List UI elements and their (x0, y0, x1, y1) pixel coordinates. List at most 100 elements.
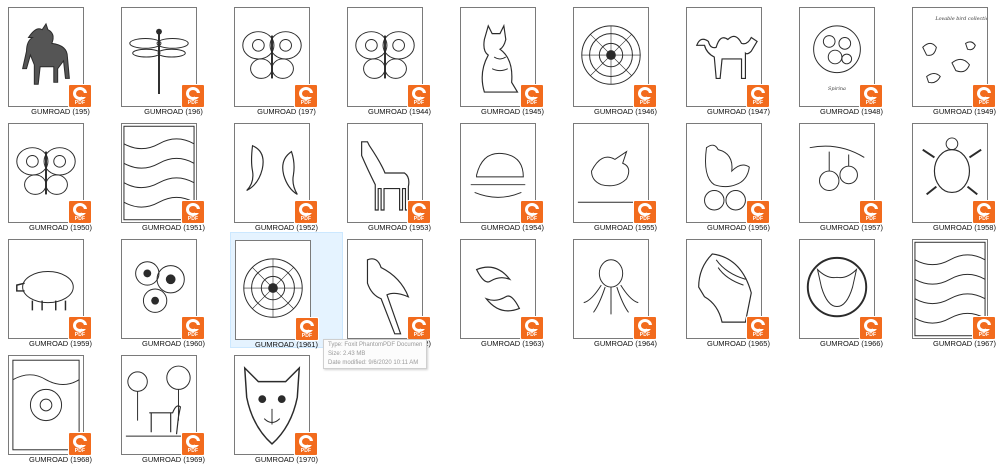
file-name-label: GUMROAD (1949) (933, 107, 996, 116)
pdf-badge-text: PDF (301, 333, 313, 339)
file-name-label: GUMROAD (1945) (481, 107, 544, 116)
file-item[interactable]: PDF GUMROAD (1963) (456, 232, 569, 348)
file-item[interactable]: PDF GUMROAD (1955) (569, 116, 682, 232)
tooltip-type: Type: Foxit PhantomPDF Document (328, 342, 422, 348)
pdf-badge-text: PDF (639, 216, 651, 222)
pdf-file-icon: PDF (520, 200, 544, 224)
file-item[interactable]: PDF GUMROAD (195) (4, 0, 117, 116)
pdf-file-icon: PDF (520, 316, 544, 340)
pdf-file-icon: PDF (746, 84, 770, 108)
pdf-badge-text: PDF (300, 216, 312, 222)
pdf-badge-text: PDF (752, 216, 764, 222)
file-item[interactable]: PDF GUMROAD (1954) (456, 116, 569, 232)
file-name-label: GUMROAD (195) (31, 107, 90, 116)
file-item[interactable]: PDF GUMROAD (1957) (795, 116, 908, 232)
file-item[interactable]: PDF GUMROAD (1959) (4, 232, 117, 348)
pdf-badge-text: PDF (978, 100, 990, 106)
file-grid: PDF GUMROAD (195) PDF GUMROAD (196) PDF GUMRO… (0, 0, 1005, 467)
pdf-file-icon: PDF (294, 84, 318, 108)
file-item[interactable]: PDF GUMROAD (1969) (117, 348, 230, 464)
pdf-file-icon: PDF (746, 200, 770, 224)
file-name-label: GUMROAD (1965) (707, 339, 770, 348)
pdf-badge-text: PDF (865, 332, 877, 338)
file-item[interactable]: PDF GUMROAD (1956) (682, 116, 795, 232)
pdf-file-icon: PDF (407, 84, 431, 108)
file-name-label: GUMROAD (1970) (255, 455, 318, 464)
file-item[interactable]: Lovable bird collection PDF GUMROAD (1949) (908, 0, 1005, 116)
file-name-label: GUMROAD (1967) (933, 339, 996, 348)
file-name-label: GUMROAD (1947) (707, 107, 770, 116)
file-item[interactable]: PDF GUMROAD (1952) (230, 116, 343, 232)
pdf-badge-text: PDF (413, 216, 425, 222)
pdf-file-icon: PDF (972, 84, 996, 108)
file-item[interactable]: PDF GUMROAD (196) (117, 0, 230, 116)
pdf-badge-text: PDF (74, 332, 86, 338)
file-name-label: GUMROAD (196) (144, 107, 203, 116)
pdf-file-icon: PDF (68, 316, 92, 340)
pdf-file-icon: PDF (68, 84, 92, 108)
file-item[interactable]: PDF GUMROAD (1951) (117, 116, 230, 232)
pdf-badge-text: PDF (526, 332, 538, 338)
pdf-badge-text: PDF (413, 332, 425, 338)
file-name-label: GUMROAD (1957) (820, 223, 883, 232)
file-name-label: GUMROAD (1953) (368, 223, 431, 232)
file-name-label: GUMROAD (1966) (820, 339, 883, 348)
file-item[interactable]: PDF GUMROAD (1953) (343, 116, 456, 232)
file-item[interactable]: PDF GUMROAD (1968) (4, 348, 117, 464)
art-caption: Lovable bird collection (934, 16, 987, 22)
pdf-badge-text: PDF (74, 216, 86, 222)
pdf-badge-text: PDF (413, 100, 425, 106)
file-name-label: GUMROAD (1951) (142, 223, 205, 232)
tooltip-size: Size: 2.43 MB (328, 351, 366, 357)
file-item[interactable]: PDF GUMROAD (1947) (682, 0, 795, 116)
file-name-label: GUMROAD (1960) (142, 339, 205, 348)
file-item[interactable]: Spirina PDF GUMROAD (1948) (795, 0, 908, 116)
file-item[interactable]: PDF GUMROAD (1950) (4, 116, 117, 232)
file-name-label: GUMROAD (1954) (481, 223, 544, 232)
pdf-file-icon: PDF (633, 84, 657, 108)
pdf-badge-text: PDF (187, 448, 199, 454)
file-item[interactable]: PDF GUMROAD (197) (230, 0, 343, 116)
pdf-badge-text: PDF (526, 216, 538, 222)
pdf-file-icon: PDF (294, 432, 318, 456)
pdf-file-icon: PDF (294, 200, 318, 224)
pdf-badge-text: PDF (752, 332, 764, 338)
pdf-file-icon: PDF (295, 317, 319, 341)
pdf-file-icon: PDF (520, 84, 544, 108)
file-name-label: GUMROAD (1964) (594, 339, 657, 348)
file-item[interactable]: PDF GUMROAD (1965) (682, 232, 795, 348)
file-name-label: GUMROAD (197) (257, 107, 316, 116)
file-name-label: GUMROAD (1948) (820, 107, 883, 116)
pdf-badge-text: PDF (187, 216, 199, 222)
file-item[interactable]: PDF GUMROAD (1945) (456, 0, 569, 116)
pdf-file-icon: PDF (859, 316, 883, 340)
pdf-badge-text: PDF (74, 448, 86, 454)
file-name-label: GUMROAD (1946) (594, 107, 657, 116)
file-item[interactable]: PDF GUMROAD (1946) (569, 0, 682, 116)
pdf-badge-text: PDF (865, 216, 877, 222)
pdf-file-icon: PDF (407, 200, 431, 224)
pdf-file-icon: PDF (407, 316, 431, 340)
pdf-badge-text: PDF (978, 332, 990, 338)
file-item[interactable]: PDF GUMROAD (1958) (908, 116, 1005, 232)
file-item[interactable]: PDF GUMROAD (1966) (795, 232, 908, 348)
file-item[interactable]: PDF GUMROAD (1964) (569, 232, 682, 348)
file-item[interactable]: PDF GUMROAD (1960) (117, 232, 230, 348)
pdf-file-icon: PDF (633, 200, 657, 224)
pdf-file-icon: PDF (68, 200, 92, 224)
pdf-file-icon: PDF (972, 200, 996, 224)
file-item[interactable]: PDFGUMROAD (1962) (343, 232, 456, 348)
tooltip-date: Date modified: 9/6/2020 10:11 AM (328, 360, 419, 366)
pdf-badge-text: PDF (187, 332, 199, 338)
pdf-badge-text: PDF (639, 332, 651, 338)
pdf-file-icon: PDF (181, 316, 205, 340)
pdf-file-icon: PDF (68, 432, 92, 456)
pdf-file-icon: PDF (859, 200, 883, 224)
pdf-file-icon: PDF (181, 200, 205, 224)
file-item[interactable]: PDF GUMROAD (1961) (230, 232, 343, 349)
art-caption: Spirina (828, 86, 846, 92)
file-item[interactable]: PDF GUMROAD (1967) (908, 232, 1005, 348)
file-item[interactable]: PDF GUMROAD (1944) (343, 0, 456, 116)
pdf-badge-text: PDF (865, 100, 877, 106)
file-name-label: GUMROAD (1955) (594, 223, 657, 232)
